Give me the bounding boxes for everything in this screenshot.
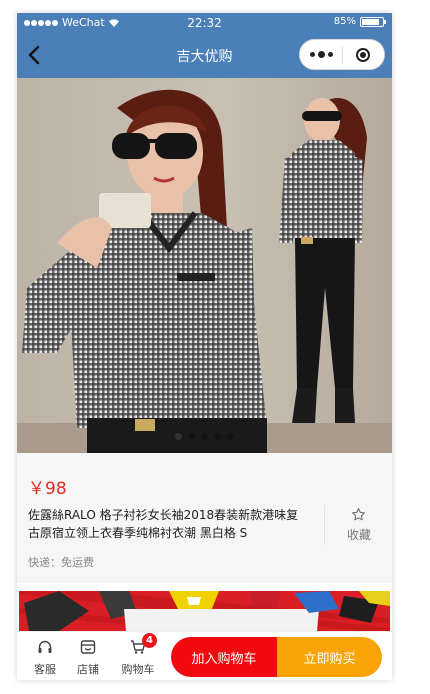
section-divider (17, 583, 392, 591)
shop-label: 店铺 (77, 663, 99, 676)
close-miniprogram-button[interactable] (343, 40, 384, 69)
product-title: 佐露絲RALO 格子衬衫女长袖2018春装新款港味复古原宿立领上衣春季纯棉衬衣潮… (28, 508, 299, 540)
battery-percent: 85% (333, 16, 356, 27)
navigation-bar: 吉大优购 (17, 33, 392, 78)
target-icon (356, 47, 371, 62)
battery-status: 85% (333, 16, 386, 27)
carousel-dot[interactable] (175, 433, 182, 440)
shop-tab[interactable]: 店铺 (68, 632, 108, 680)
cart-label: 购物车 (121, 663, 155, 676)
carousel-dot[interactable] (201, 433, 208, 440)
carousel-dot[interactable] (214, 433, 221, 440)
favorite-button[interactable]: 收藏 (324, 505, 392, 545)
miniprogram-capsule (299, 39, 385, 70)
bottom-action-bar: 客服 店铺 购物车 4 加入购物车 立即购买 (17, 631, 392, 680)
customer-service-tab[interactable]: 客服 (25, 632, 65, 680)
buy-now-button[interactable]: 立即购买 (277, 637, 382, 677)
product-info: ￥98 佐露絲RALO 格子衬衫女长袖2018春装新款港味复古原宿立领上衣春季纯… (17, 453, 392, 583)
status-bar: WeChat 22:32 85% (17, 13, 392, 33)
shop-icon (80, 640, 96, 654)
add-to-cart-button[interactable]: 加入购物车 (171, 637, 277, 677)
favorite-label: 收藏 (346, 528, 371, 542)
banner-graphic (19, 591, 390, 631)
carousel-dot[interactable] (227, 433, 234, 440)
product-photo (17, 78, 392, 453)
phone-screen: WeChat 22:32 85% 吉大优购 ￥98 佐露絲RALO 格子衬衫女长… (17, 13, 392, 680)
shipping-info: 快递：免运费 (28, 556, 94, 569)
cart-count-badge: 4 (142, 633, 157, 648)
carousel-dot[interactable] (188, 433, 195, 440)
star-icon (352, 508, 365, 521)
product-image-carousel[interactable] (17, 78, 392, 453)
headset-icon (38, 640, 52, 653)
battery-icon (360, 16, 386, 27)
more-menu-button[interactable] (300, 40, 342, 69)
customer-service-label: 客服 (34, 663, 56, 676)
promo-banner[interactable] (19, 591, 390, 631)
product-price: ￥98 (28, 479, 67, 499)
carousel-indicator (17, 433, 392, 440)
